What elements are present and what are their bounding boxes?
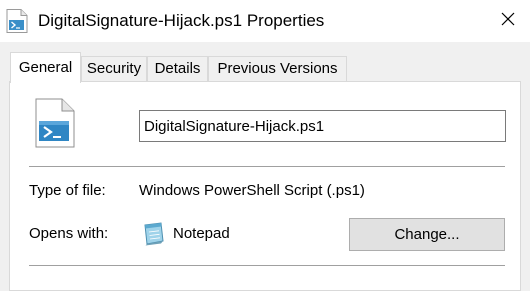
- powershell-script-icon: [6, 9, 28, 33]
- notepad-icon: [139, 222, 167, 246]
- window-title: DigitalSignature-Hijack.ps1 Properties: [38, 11, 325, 30]
- tab-security[interactable]: Security: [81, 56, 147, 81]
- opens-with-value: Notepad: [173, 225, 230, 242]
- tab-strip: General Security Details Previous Versio…: [0, 52, 530, 83]
- separator: [29, 166, 505, 167]
- title-bar: DigitalSignature-Hijack.ps1 Properties: [0, 0, 530, 42]
- file-name-input[interactable]: [139, 110, 506, 142]
- powershell-script-icon: [34, 98, 76, 148]
- separator: [29, 265, 505, 266]
- type-of-file-label: Type of file:: [29, 182, 106, 199]
- close-icon: [500, 11, 516, 32]
- type-of-file-value: Windows PowerShell Script (.ps1): [139, 182, 365, 199]
- close-button[interactable]: [486, 0, 530, 42]
- change-button[interactable]: Change...: [349, 218, 505, 251]
- tab-general[interactable]: General: [10, 52, 81, 83]
- tab-previous-versions[interactable]: Previous Versions: [208, 56, 347, 81]
- tab-details[interactable]: Details: [147, 56, 208, 81]
- opens-with-label: Opens with:: [29, 225, 109, 242]
